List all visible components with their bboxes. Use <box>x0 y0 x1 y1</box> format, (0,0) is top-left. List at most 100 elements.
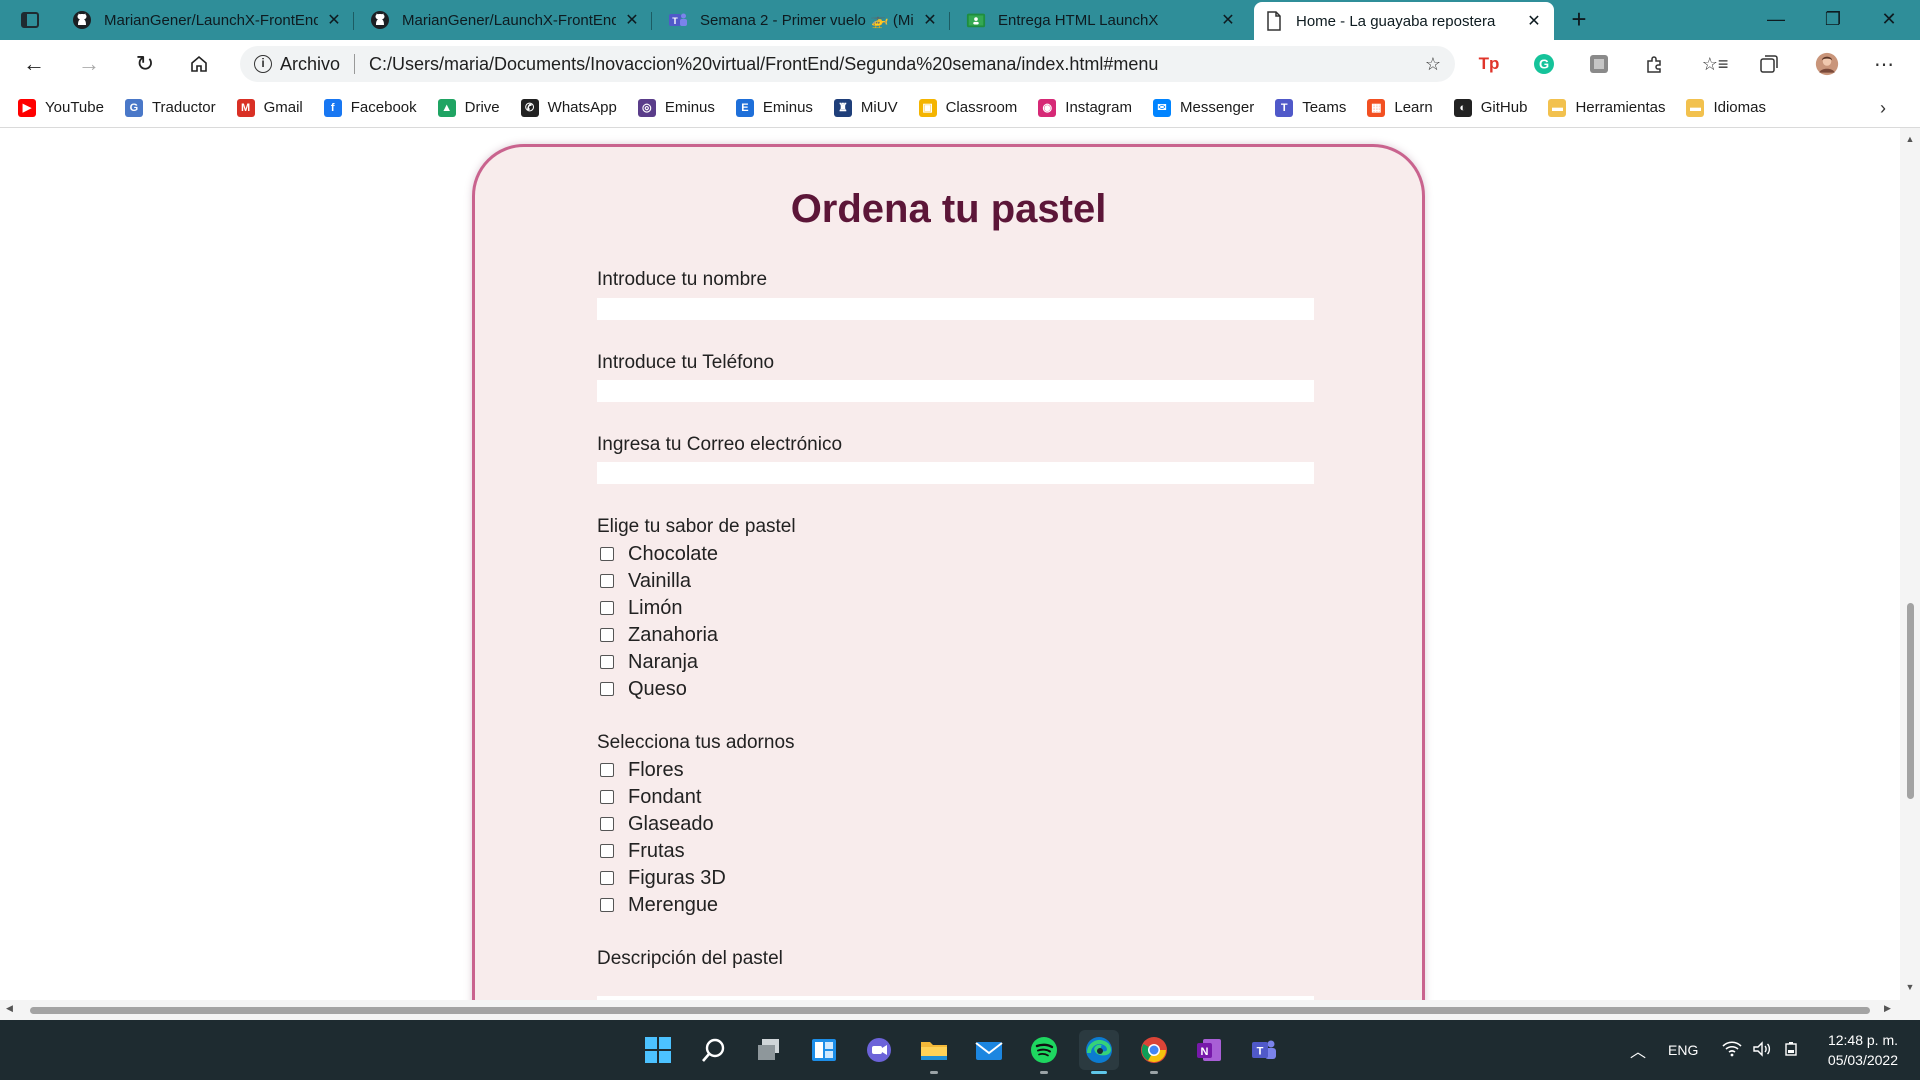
close-icon[interactable]: ✕ <box>920 10 940 30</box>
teams-icon[interactable]: T <box>1244 1030 1284 1070</box>
vertical-scrollbar[interactable]: ▲ ▼ <box>1900 128 1920 1000</box>
tab-github-1[interactable]: MarianGener/LaunchX-FrontEnd ✕ <box>62 2 354 38</box>
bookmark-learn[interactable]: ▦ Learn <box>1367 98 1433 117</box>
collections-icon[interactable] <box>1757 52 1781 76</box>
volume-icon[interactable] <box>1752 1040 1772 1060</box>
bookmark-idiomas[interactable]: ▬ Idiomas <box>1686 98 1766 117</box>
checkbox[interactable] <box>600 817 614 831</box>
url-text[interactable]: C:/Users/maria/Documents/Inovaccion%20vi… <box>369 54 1158 75</box>
refresh-icon[interactable]: ↻ <box>127 48 163 80</box>
close-icon[interactable]: ✕ <box>324 10 344 30</box>
scroll-up-icon[interactable]: ▲ <box>1900 134 1920 144</box>
bookmark-eminus[interactable]: E Eminus <box>735 98 813 117</box>
new-tab-icon[interactable]: + <box>1565 6 1593 34</box>
checkbox[interactable] <box>600 628 614 642</box>
info-icon[interactable]: i <box>254 55 272 73</box>
onenote-icon[interactable]: N <box>1189 1030 1229 1070</box>
scroll-thumb[interactable] <box>30 1007 1870 1014</box>
bookmark-messenger[interactable]: ✉ Messenger <box>1152 98 1254 117</box>
decoration-option[interactable]: Merengue <box>600 893 718 917</box>
flavor-option[interactable]: Zanahoria <box>600 623 718 647</box>
grammarly-icon[interactable]: G <box>1532 52 1556 76</box>
edge-icon[interactable] <box>1079 1030 1119 1074</box>
tab-active-home[interactable]: Home - La guayaba repostera ✕ <box>1254 2 1554 40</box>
bookmark-classroom[interactable]: ▣ Classroom <box>918 98 1017 117</box>
phone-input[interactable] <box>597 380 1314 402</box>
chrome-icon[interactable] <box>1134 1030 1174 1074</box>
chevron-right-icon[interactable]: › <box>1880 98 1898 119</box>
bookmark-traductor[interactable]: G Traductor <box>124 98 216 117</box>
close-icon[interactable]: ✕ <box>1218 10 1238 30</box>
flavor-option[interactable]: Chocolate <box>600 542 718 566</box>
extensions-icon[interactable] <box>1642 52 1666 76</box>
language-indicator[interactable]: ENG <box>1668 1042 1698 1058</box>
wifi-icon[interactable] <box>1722 1040 1742 1060</box>
extension-grey-icon[interactable] <box>1587 52 1611 76</box>
email-input[interactable] <box>597 462 1314 484</box>
flavor-option[interactable]: Vainilla <box>600 569 691 593</box>
checkbox[interactable] <box>600 574 614 588</box>
scroll-thumb[interactable] <box>1907 603 1914 799</box>
address-bar[interactable]: i Archivo C:/Users/maria/Documents/Inova… <box>240 46 1455 82</box>
task-view-icon[interactable] <box>749 1030 789 1070</box>
avatar[interactable] <box>1815 52 1839 76</box>
name-input[interactable] <box>597 298 1314 320</box>
tab-actions-icon[interactable] <box>12 8 48 32</box>
checkbox[interactable] <box>600 655 614 669</box>
bookmark-facebook[interactable]: f Facebook <box>323 98 417 117</box>
bookmark-youtube[interactable]: ▶ YouTube <box>18 98 104 117</box>
bookmark-teams[interactable]: T Teams <box>1275 98 1346 117</box>
forward-icon[interactable]: → <box>71 48 107 80</box>
checkbox[interactable] <box>600 547 614 561</box>
decoration-option[interactable]: Flores <box>600 758 684 782</box>
clock[interactable]: 12:48 p. m. 05/03/2022 <box>1828 1030 1898 1070</box>
tab-github-2[interactable]: MarianGener/LaunchX-FrontEnd ✕ <box>360 2 652 38</box>
favorites-icon[interactable]: ☆≡ <box>1702 52 1729 76</box>
scroll-down-icon[interactable]: ▼ <box>1900 982 1920 992</box>
close-icon[interactable]: ✕ <box>622 10 642 30</box>
minimize-icon[interactable]: — <box>1753 4 1799 34</box>
file-explorer-icon[interactable] <box>914 1030 954 1074</box>
bookmark-github[interactable]: ◐ GitHub <box>1453 98 1527 117</box>
home-icon[interactable] <box>181 48 217 80</box>
checkbox[interactable] <box>600 790 614 804</box>
scroll-left-icon[interactable]: ◀ <box>6 1003 13 1014</box>
widgets-icon[interactable] <box>804 1030 844 1070</box>
checkbox[interactable] <box>600 682 614 696</box>
horizontal-scrollbar[interactable]: ◀ ▶ <box>0 1000 1900 1020</box>
tab-teams[interactable]: T Semana 2 - Primer vuelo 🚁 (Mi ✕ <box>658 2 950 38</box>
bookmark-instagram[interactable]: ◉ Instagram <box>1038 98 1132 117</box>
flavor-option[interactable]: Naranja <box>600 650 698 674</box>
close-window-icon[interactable]: ✕ <box>1866 4 1912 34</box>
flavor-option[interactable]: Queso <box>600 677 687 701</box>
bookmark-gmail[interactable]: M Gmail <box>236 98 303 117</box>
bookmark-whatsapp[interactable]: ✆ WhatsApp <box>520 98 617 117</box>
checkbox[interactable] <box>600 871 614 885</box>
battery-icon[interactable] <box>1782 1041 1802 1060</box>
checkbox[interactable] <box>600 898 614 912</box>
chevron-up-icon[interactable]: ︿ <box>1630 1038 1646 1062</box>
more-menu-icon[interactable]: ⋯ <box>1872 52 1896 76</box>
back-icon[interactable]: ← <box>16 48 52 80</box>
bookmark-eminus[interactable]: ◎ Eminus <box>637 98 715 117</box>
start-button[interactable] <box>638 1030 678 1070</box>
close-icon[interactable]: ✕ <box>1524 11 1544 31</box>
decoration-option[interactable]: Fondant <box>600 785 701 809</box>
restore-icon[interactable]: ❐ <box>1810 4 1856 34</box>
scroll-right-icon[interactable]: ▶ <box>1884 1003 1891 1014</box>
checkbox[interactable] <box>600 763 614 777</box>
mail-icon[interactable] <box>969 1030 1009 1070</box>
checkbox[interactable] <box>600 844 614 858</box>
decoration-option[interactable]: Glaseado <box>600 812 714 836</box>
chat-icon[interactable] <box>859 1030 899 1070</box>
flavor-option[interactable]: Limón <box>600 596 682 620</box>
bookmark-miuv[interactable]: ♜ MiUV <box>833 98 898 117</box>
checkbox[interactable] <box>600 601 614 615</box>
search-icon[interactable] <box>694 1030 734 1070</box>
decoration-option[interactable]: Figuras 3D <box>600 866 726 890</box>
bookmark-herramientas[interactable]: ▬ Herramientas <box>1548 98 1665 117</box>
tab-classroom[interactable]: Entrega HTML LaunchX ✕ <box>956 2 1248 38</box>
add-favorite-icon[interactable]: ☆ <box>1425 54 1441 75</box>
bookmark-drive[interactable]: ▲ Drive <box>437 98 500 117</box>
decoration-option[interactable]: Frutas <box>600 839 685 863</box>
